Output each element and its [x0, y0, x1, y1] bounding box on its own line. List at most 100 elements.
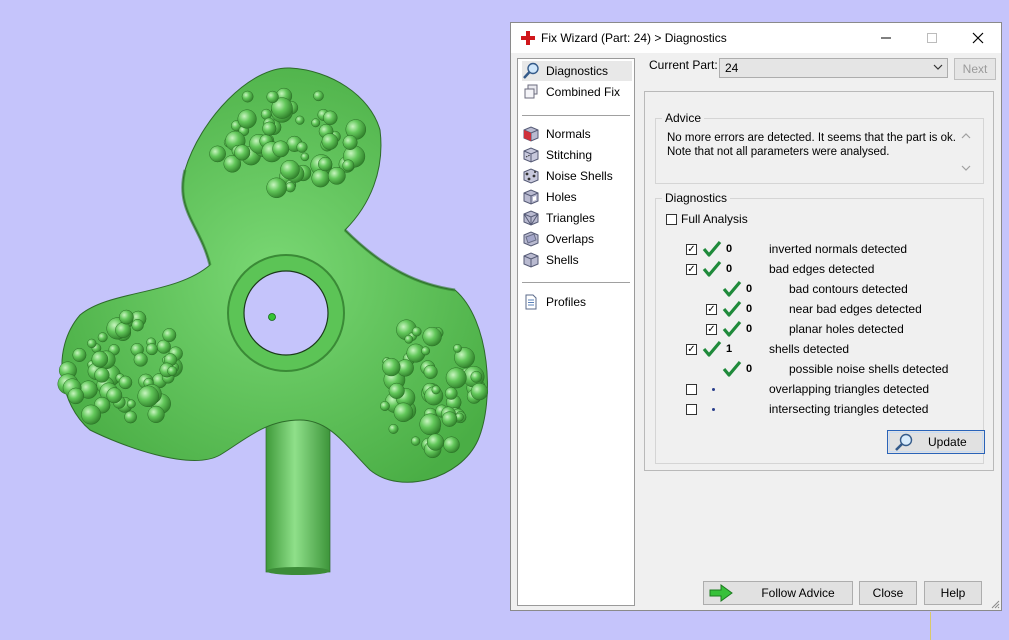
- close-window-button[interactable]: [955, 23, 1001, 53]
- surface-bead: [118, 375, 133, 390]
- 3d-viewport[interactable]: [0, 0, 505, 640]
- surface-bead: [470, 370, 483, 383]
- surface-bead: [318, 156, 333, 172]
- title-bar[interactable]: Fix Wizard (Part: 24) > Diagnostics: [511, 23, 1001, 53]
- surface-bead: [137, 385, 159, 408]
- surface-bead: [296, 141, 308, 153]
- inverted-normals-checkbox[interactable]: ✓: [686, 244, 697, 255]
- nav-item-stitching[interactable]: Stitching: [522, 145, 632, 165]
- surface-bead: [147, 405, 165, 423]
- nav-item-normals[interactable]: Normals: [522, 124, 632, 144]
- nav-separator: [522, 115, 630, 116]
- diagnostics-group: Diagnostics Full Analysis ✓ 0 inverted n…: [655, 191, 985, 464]
- surface-bead: [393, 402, 414, 423]
- surface-bead: [382, 357, 401, 377]
- intersecting-triangles-checkbox[interactable]: [686, 404, 697, 415]
- near-bad-edges-label: near bad edges detected: [789, 302, 922, 316]
- noise-shells-count: 0: [746, 363, 753, 375]
- magnifier-icon: [895, 433, 913, 451]
- nav-item-combined-fix[interactable]: Combined Fix: [522, 82, 632, 102]
- surface-bead: [323, 110, 338, 126]
- part-model[interactable]: [57, 67, 489, 575]
- surface-bead: [444, 387, 458, 400]
- hub-hole: [243, 270, 329, 356]
- surface-bead: [311, 118, 321, 128]
- planar-holes-checkbox[interactable]: ✓: [706, 324, 717, 335]
- update-button[interactable]: Update: [887, 430, 985, 454]
- holes-cube-icon: [522, 188, 540, 206]
- cube-stack-icon: [522, 83, 540, 101]
- surface-bead: [145, 343, 158, 356]
- surface-bead: [241, 90, 254, 103]
- surface-bead: [91, 350, 109, 368]
- check-icon: [702, 340, 722, 357]
- resize-grip-icon[interactable]: [990, 599, 1000, 609]
- near-bad-edges-checkbox[interactable]: ✓: [706, 304, 717, 315]
- part-stem-end: [266, 567, 330, 575]
- surface-bead: [262, 121, 277, 136]
- surface-bead: [87, 338, 97, 349]
- surface-bead: [327, 166, 346, 185]
- check-icon: [722, 280, 742, 297]
- surface-bead: [133, 352, 148, 367]
- surface-bead: [97, 332, 108, 343]
- next-button[interactable]: Next: [954, 58, 996, 80]
- overlapping-triangles-checkbox[interactable]: [686, 384, 697, 395]
- current-part-select[interactable]: 24: [719, 58, 948, 78]
- scroll-up-icon: [961, 133, 971, 139]
- part-stem: [265, 409, 331, 573]
- nav-item-holes[interactable]: Holes: [522, 187, 632, 207]
- surface-bead: [426, 433, 445, 451]
- nav-item-noise-shells[interactable]: Noise Shells: [522, 166, 632, 186]
- surface-bead: [470, 382, 489, 401]
- surface-bead: [421, 346, 431, 356]
- full-analysis-label: Full Analysis: [681, 212, 748, 226]
- surface-bead: [295, 115, 305, 125]
- surface-bead: [94, 367, 110, 383]
- follow-advice-button[interactable]: Follow Advice: [703, 581, 853, 605]
- surface-bead: [237, 109, 257, 129]
- surface-bead: [124, 410, 137, 424]
- normals-cube-icon: [522, 125, 540, 143]
- nav-item-shells[interactable]: Shells: [522, 250, 632, 270]
- advice-scrollbar[interactable]: [958, 129, 974, 175]
- nav-item-diagnostics[interactable]: Diagnostics: [522, 61, 632, 81]
- shells-count: 1: [726, 343, 733, 355]
- nav-item-label: Profiles: [546, 295, 587, 309]
- surface-bead: [119, 309, 134, 325]
- noise-shells-label: possible noise shells detected: [789, 362, 949, 376]
- surface-bead: [266, 90, 279, 104]
- close-button[interactable]: Close: [859, 581, 917, 605]
- advice-group: Advice No more errors are detected. It s…: [655, 111, 984, 184]
- surface-bead: [342, 159, 355, 172]
- surface-bead: [234, 144, 251, 161]
- full-analysis-checkbox[interactable]: [666, 214, 677, 225]
- bad-edges-label: bad edges detected: [769, 262, 875, 276]
- surface-bead: [272, 140, 290, 158]
- help-button[interactable]: Help: [924, 581, 982, 605]
- not-analysed-dot: [712, 408, 715, 411]
- surface-bead: [131, 319, 144, 332]
- bad-edges-count: 0: [726, 263, 733, 275]
- maximize-button[interactable]: [909, 23, 955, 53]
- fix-wizard-dialog[interactable]: Fix Wizard (Part: 24) > Diagnostics Diag…: [510, 22, 1002, 611]
- shells-checkbox[interactable]: ✓: [686, 344, 697, 355]
- update-label: Update: [928, 435, 967, 449]
- surface-bead: [266, 177, 287, 199]
- surface-bead: [106, 387, 123, 404]
- nav-item-label: Stitching: [546, 148, 593, 162]
- surface-bead: [300, 152, 310, 162]
- minimize-button[interactable]: [863, 23, 909, 53]
- planar-holes-count: 0: [746, 323, 753, 335]
- surface-bead: [209, 145, 226, 163]
- minimize-icon: [881, 37, 891, 39]
- bad-edges-checkbox[interactable]: ✓: [686, 264, 697, 275]
- surface-bead: [441, 411, 458, 427]
- advice-text[interactable]: No more errors are detected. It seems th…: [667, 131, 957, 159]
- nav-item-label: Triangles: [546, 211, 595, 225]
- nav-item-overlaps[interactable]: Overlaps: [522, 229, 632, 249]
- magnifier-icon: [522, 62, 540, 80]
- nav-item-triangles[interactable]: Triangles: [522, 208, 632, 228]
- nav-item-profiles[interactable]: Profiles: [522, 292, 632, 312]
- nav-item-label: Holes: [546, 190, 577, 204]
